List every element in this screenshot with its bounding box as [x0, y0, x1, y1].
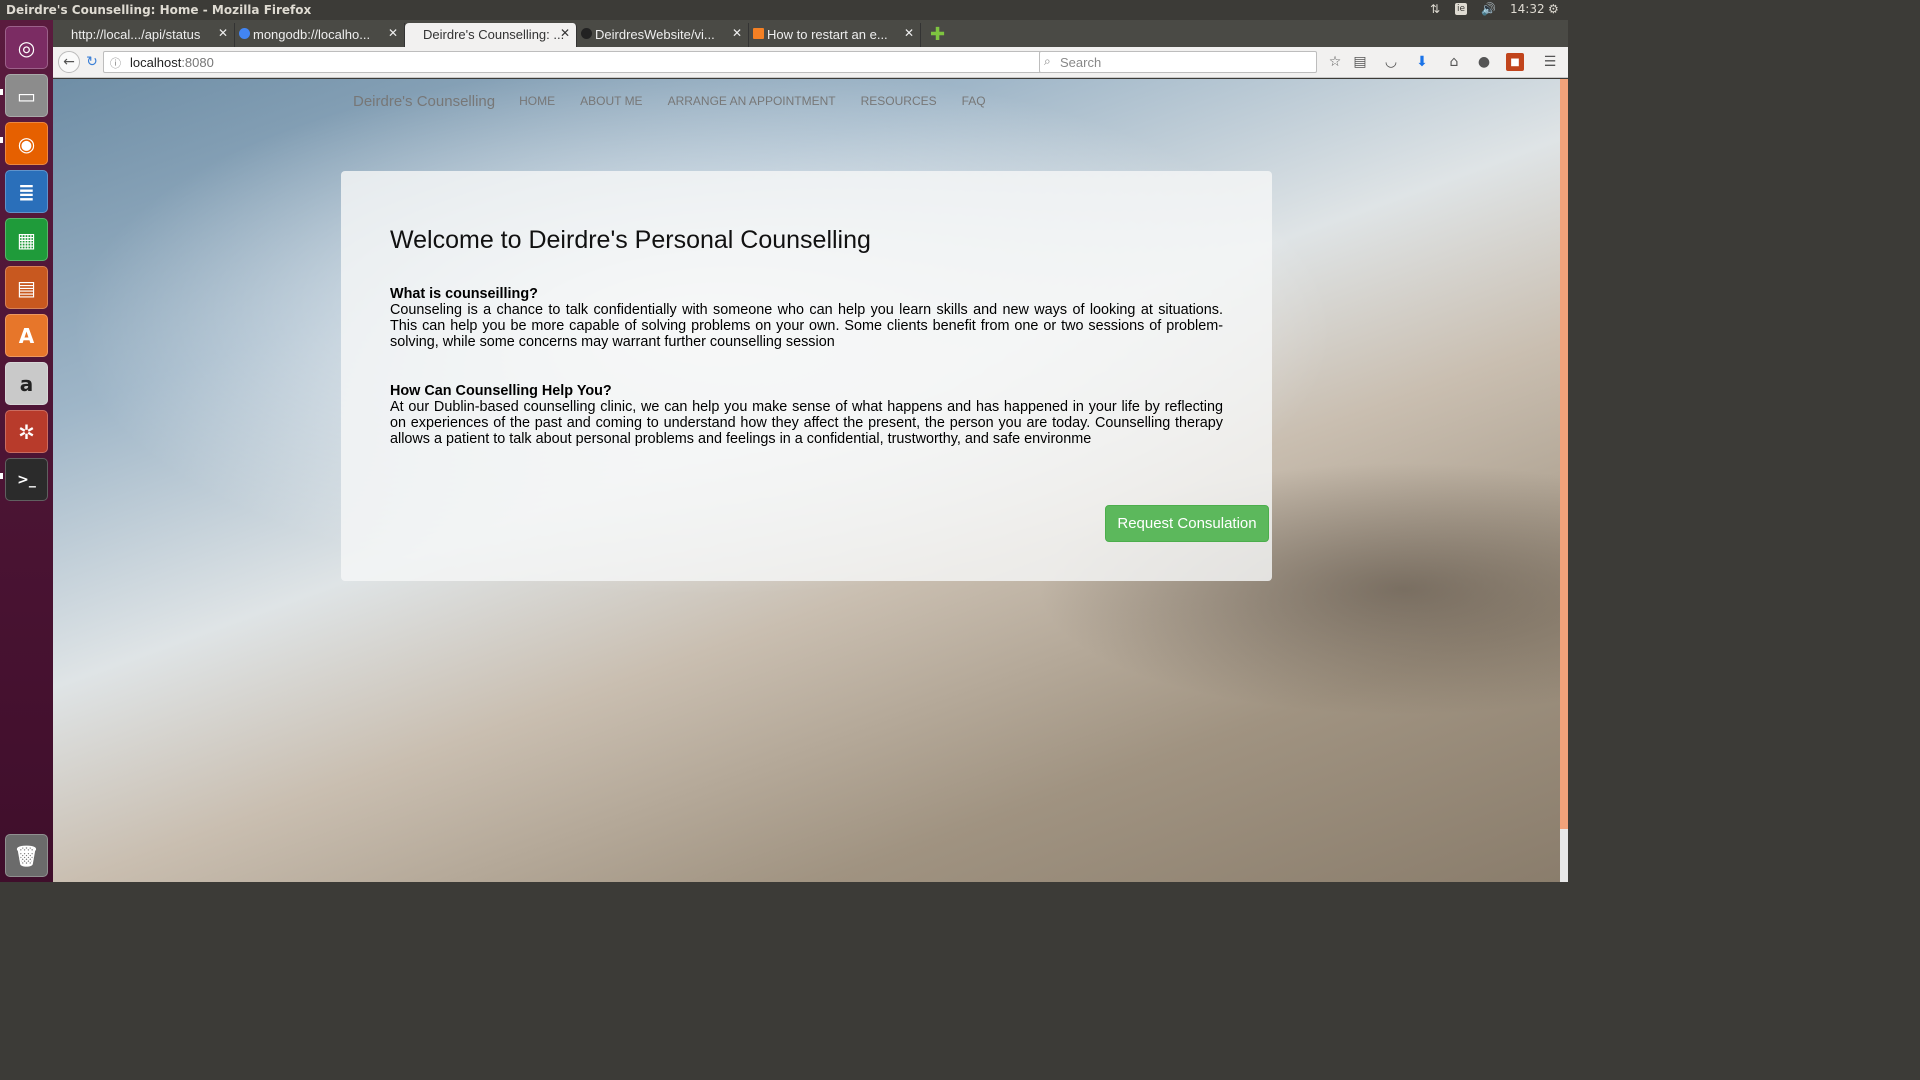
tab-label: DeirdresWebsite/vi... [595, 27, 715, 42]
clock[interactable]: 14:32 [1510, 2, 1545, 16]
tab-label: How to restart an e... [767, 27, 888, 42]
reading-list-icon[interactable]: ▤ [1351, 53, 1369, 71]
section-how-counselling-helps: How Can Counselling Help You? At our Dub… [390, 383, 1223, 447]
section-body: At our Dublin-based counselling clinic, … [390, 399, 1223, 447]
new-tab-plus-icon[interactable]: ✚ [930, 24, 945, 45]
google-icon [239, 28, 250, 39]
url-port: :8080 [181, 55, 214, 70]
home-icon[interactable]: ⌂ [1445, 53, 1463, 71]
github-icon [581, 28, 592, 39]
section-what-is-counselling: What is counseilling? Counseling is a ch… [390, 286, 1223, 350]
launcher: ◎ ▭ ◉ ≣ ▦ ▤ A a ✲ >_ 🗑 [0, 20, 53, 882]
running-indicator [0, 89, 3, 95]
nav-arrange-appointment[interactable]: ARRANGE AN APPOINTMENT [668, 94, 836, 108]
system-gear-icon[interactable]: ⚙ [1548, 2, 1559, 16]
tab-label: mongodb://localho... [253, 27, 371, 42]
close-icon[interactable]: ✕ [904, 26, 914, 40]
section-title: How Can Counselling Help You? [390, 383, 612, 399]
firefox-icon[interactable]: ◉ [5, 122, 48, 165]
site-brand[interactable]: Deirdre's Counselling [353, 93, 495, 110]
nav-resources[interactable]: RESOURCES [861, 94, 937, 108]
stackoverflow-icon [753, 28, 764, 39]
site-navbar: Deirdre's Counselling HOME ABOUT ME ARRA… [353, 89, 1011, 113]
downloads-icon[interactable]: ⬇ [1413, 53, 1431, 71]
calc-spreadsheet-icon[interactable]: ▦ [5, 218, 48, 261]
nav-faq[interactable]: FAQ [962, 94, 986, 108]
tab-deirdres-counselling[interactable]: Deirdre's Counselling: ... ✕ [405, 23, 577, 47]
chat-icon[interactable]: ● [1475, 53, 1493, 71]
tab-bar: http://local.../api/status ✕ mongodb://l… [53, 20, 1568, 47]
amazon-icon[interactable]: a [5, 362, 48, 405]
running-indicator [0, 473, 3, 479]
close-icon[interactable]: ✕ [732, 26, 742, 40]
file-cabinet-icon[interactable]: ▭ [5, 74, 48, 117]
search-icon: ⌕ [1044, 54, 1051, 68]
network-icon[interactable]: ⇅ [1430, 2, 1440, 16]
url-text: localhost:8080 [130, 55, 214, 70]
search-placeholder: Search [1060, 55, 1102, 70]
info-icon[interactable]: ⓘ [110, 55, 121, 71]
running-indicator [0, 137, 3, 143]
settings-wrench-icon[interactable]: ✲ [5, 410, 48, 453]
tab-label: http://local.../api/status [71, 27, 201, 42]
close-icon[interactable]: ✕ [218, 26, 228, 40]
impress-presentation-icon[interactable]: ▤ [5, 266, 48, 309]
close-icon[interactable]: ✕ [560, 26, 570, 40]
volume-icon[interactable]: 🔊 [1481, 2, 1496, 16]
back-arrow-icon[interactable]: ← [58, 51, 80, 73]
bookmark-star-icon[interactable]: ☆ [1326, 53, 1344, 71]
page-scrollbar-thumb[interactable] [1560, 79, 1568, 829]
tab-github[interactable]: DeirdresWebsite/vi... ✕ [577, 23, 749, 47]
nav-about-me[interactable]: ABOUT ME [580, 94, 642, 108]
nav-home[interactable]: HOME [519, 94, 555, 108]
url-host: localhost [130, 55, 182, 70]
reload-icon[interactable]: ↻ [81, 51, 103, 73]
search-input[interactable]: ⌕ Search [1039, 51, 1317, 73]
section-body: Counseling is a chance to talk confident… [390, 302, 1223, 350]
page-title: Welcome to Deirdre's Personal Counsellin… [390, 226, 871, 254]
extension-icon[interactable]: ■ [1506, 53, 1524, 71]
keyboard-layout-indicator[interactable]: ie [1455, 3, 1468, 15]
software-center-bag-icon[interactable]: A [5, 314, 48, 357]
tab-api-status[interactable]: http://local.../api/status ✕ [53, 23, 235, 47]
window-title: Deirdre's Counselling: Home - Mozilla Fi… [6, 3, 312, 17]
ubuntu-logo-icon[interactable]: ◎ [5, 26, 48, 69]
terminal-icon[interactable]: >_ [5, 458, 48, 501]
tab-stackoverflow[interactable]: How to restart an e... ✕ [749, 23, 921, 47]
tab-label: Deirdre's Counselling: ... [423, 27, 565, 42]
trash-icon[interactable]: 🗑 [5, 834, 48, 877]
welcome-card: Welcome to Deirdre's Personal Counsellin… [341, 171, 1272, 581]
pocket-icon[interactable]: ◡ [1382, 53, 1400, 71]
menu-hamburger-icon[interactable]: ☰ [1541, 53, 1559, 71]
request-consultation-button[interactable]: Request Consulation [1105, 505, 1269, 542]
top-panel: Deirdre's Counselling: Home - Mozilla Fi… [0, 0, 1568, 20]
page-viewport: Deirdre's Counselling HOME ABOUT ME ARRA… [53, 79, 1560, 882]
close-icon[interactable]: ✕ [388, 26, 398, 40]
tab-mongodb[interactable]: mongodb://localho... ✕ [235, 23, 405, 47]
writer-document-icon[interactable]: ≣ [5, 170, 48, 213]
navigation-bar: ← ↻ ⓘ localhost:8080 ↻ ⌕ Search ☆ ▤ ◡ ⬇ … [53, 47, 1568, 78]
section-title: What is counseilling? [390, 286, 538, 302]
url-bar[interactable]: ⓘ localhost:8080 ↻ [103, 51, 1082, 73]
